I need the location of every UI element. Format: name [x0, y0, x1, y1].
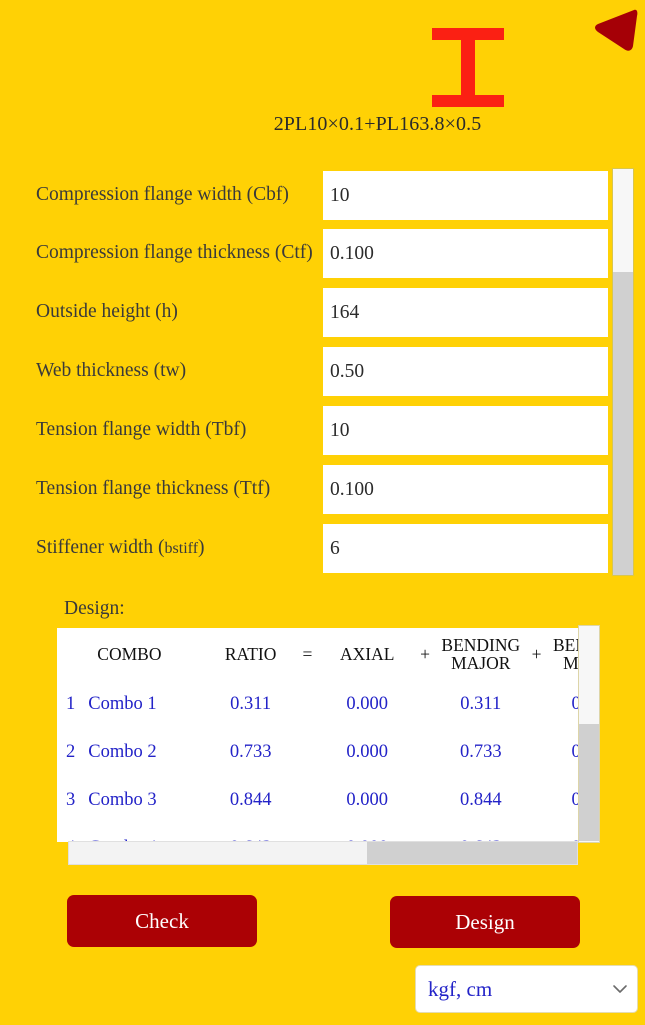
section-properties-form: Compression flange width (Cbf) Compressi… — [0, 168, 645, 576]
results-hscrollbar-thumb[interactable] — [367, 842, 577, 864]
cell-plus-2 — [525, 776, 547, 824]
label-compression-flange-width: Compression flange width (Cbf) — [36, 184, 289, 205]
table-row[interactable]: 2 Combo 2 0.733 0.000 0.733 0.000 — [57, 728, 578, 776]
label-stiffener-width-sub: bstiff — [164, 540, 199, 557]
cell-ratio: 0.643 — [207, 824, 294, 843]
section-label: 2PL10×0.1+PL163.8×0.5 — [273, 113, 482, 135]
cell-bending-minor: 0.000 — [571, 693, 578, 714]
back-triangle-icon[interactable] — [588, 4, 640, 56]
label-stiffener-width-main: Stiffener width ( — [36, 537, 165, 558]
cell-axial: 0.000 — [346, 693, 389, 714]
cell-equals — [294, 824, 320, 842]
col-axial: AXIAL — [340, 643, 395, 664]
cell-ratio: 0.844 — [229, 789, 272, 810]
cell-plus-1 — [414, 776, 436, 824]
table-row[interactable]: 3 Combo 3 0.844 0.000 0.844 0.000 — [57, 776, 578, 824]
field-row-stiffener-width: Stiffener width (bstiff) — [0, 521, 645, 575]
label-stiffener-width: Stiffener width (bstiff) — [36, 521, 205, 575]
input-tension-flange-width[interactable] — [323, 406, 608, 455]
table-body: 1 Combo 1 0.311 0.000 0.311 0.000 2 Comb… — [57, 680, 578, 843]
col-bending-major-line2: MAJOR — [451, 653, 511, 673]
input-outside-height[interactable] — [323, 288, 608, 337]
cell-bending-minor: 0.000 — [571, 741, 578, 762]
table-header: COMBO RATIO = AXIAL + BENDING MAJOR + BE… — [57, 628, 578, 680]
col-plus-2: + — [531, 643, 542, 664]
input-compression-flange-width[interactable] — [323, 171, 608, 220]
check-button[interactable]: Check — [67, 895, 257, 947]
cell-ratio: 0.311 — [230, 693, 272, 714]
design-button[interactable]: Design — [390, 896, 580, 948]
results-vscrollbar-thumb[interactable] — [579, 724, 599, 841]
col-bending-major: BENDING MAJOR — [436, 628, 525, 680]
cell-plus-2 — [525, 728, 547, 776]
cell-index: 4 — [57, 824, 79, 843]
cell-bending-minor: 0.000 — [548, 824, 578, 843]
label-web-thickness: Web thickness (tw) — [36, 360, 187, 381]
cell-plus-1 — [414, 824, 436, 842]
results-vertical-scrollbar[interactable] — [578, 625, 600, 843]
table-row[interactable]: 1 Combo 1 0.311 0.000 0.311 0.000 — [57, 680, 578, 728]
table-row[interactable]: 4 Combo 4 0.643 0.000 0.643 0.000 — [57, 824, 578, 843]
i-beam-section-icon — [425, 10, 515, 107]
cell-equals — [294, 776, 320, 824]
beam-bottom-flange — [432, 95, 504, 107]
cell-bending-major: 0.844 — [459, 789, 502, 810]
cell-index: 2 — [66, 741, 76, 762]
col-ratio: RATIO — [224, 643, 277, 664]
col-bending-minor-line1: BENDING — [552, 634, 578, 655]
col-equals: = — [302, 643, 313, 664]
input-web-thickness[interactable] — [323, 347, 608, 396]
cell-bending-major: 0.733 — [459, 741, 502, 762]
cell-combo: Combo 2 — [88, 741, 157, 762]
field-row-tension-flange-thickness: Tension flange thickness (Ttf) — [0, 462, 645, 516]
results-horizontal-scrollbar[interactable] — [68, 841, 578, 865]
input-stiffener-width[interactable] — [323, 524, 608, 573]
label-tension-flange-width: Tension flange width (Tbf) — [36, 419, 247, 440]
field-row-web-thickness: Web thickness (tw) — [0, 344, 645, 398]
table-header-row: COMBO RATIO = AXIAL + BENDING MAJOR + BE… — [57, 628, 578, 680]
field-row-outside-height: Outside height (h) — [0, 285, 645, 339]
cell-axial: 0.000 — [346, 741, 389, 762]
design-results-table-container: COMBO RATIO = AXIAL + BENDING MAJOR + BE… — [57, 628, 578, 842]
app-root: 2PL10×0.1+PL163.8×0.5 Compression flange… — [0, 0, 645, 1025]
cell-plus-1 — [414, 728, 436, 776]
cell-plus-2 — [525, 680, 547, 728]
col-combo: COMBO — [97, 643, 162, 664]
cell-bending-minor: 0.000 — [571, 789, 578, 810]
cell-bending-major: 0.311 — [460, 693, 502, 714]
form-vertical-scrollbar[interactable] — [612, 168, 634, 576]
cell-bending-major: 0.643 — [436, 824, 525, 843]
col-bending-major-line1: BENDING — [441, 634, 521, 655]
cell-equals — [294, 680, 320, 728]
units-select[interactable]: kgf, cm — [415, 965, 638, 1013]
cell-plus-1 — [414, 680, 436, 728]
cell-combo: Combo 4 — [79, 824, 207, 843]
field-row-compression-flange-thickness: Compression flange thickness (Ctf) — [0, 226, 645, 280]
col-plus-1: + — [420, 643, 430, 664]
cell-index: 1 — [66, 693, 76, 714]
cell-ratio: 0.733 — [229, 741, 272, 762]
cell-axial: 0.000 — [321, 824, 414, 843]
col-bending-minor: BENDING MINOR — [548, 628, 578, 680]
design-results-caption: Design: — [64, 598, 125, 619]
label-outside-height: Outside height (h) — [36, 301, 178, 322]
cell-equals — [294, 728, 320, 776]
design-results-table: COMBO RATIO = AXIAL + BENDING MAJOR + BE… — [57, 628, 578, 842]
col-index — [57, 628, 79, 680]
input-compression-flange-thickness[interactable] — [323, 229, 608, 278]
input-tension-flange-thickness[interactable] — [323, 465, 608, 514]
cell-combo: Combo 3 — [88, 789, 157, 810]
cell-plus-2 — [525, 824, 547, 842]
field-row-compression-flange-width: Compression flange width (Cbf) — [0, 168, 645, 222]
label-tension-flange-thickness: Tension flange thickness (Ttf) — [36, 478, 271, 499]
cell-combo: Combo 1 — [88, 693, 157, 714]
label-stiffener-width-end: ) — [198, 537, 205, 558]
field-row-tension-flange-width: Tension flange width (Tbf) — [0, 403, 645, 457]
cell-index: 3 — [66, 789, 76, 810]
form-scrollbar-thumb[interactable] — [613, 272, 633, 575]
col-bending-minor-line2: MINOR — [563, 653, 578, 673]
label-compression-flange-thickness: Compression flange thickness (Ctf) — [36, 242, 313, 263]
cell-axial: 0.000 — [346, 789, 389, 810]
